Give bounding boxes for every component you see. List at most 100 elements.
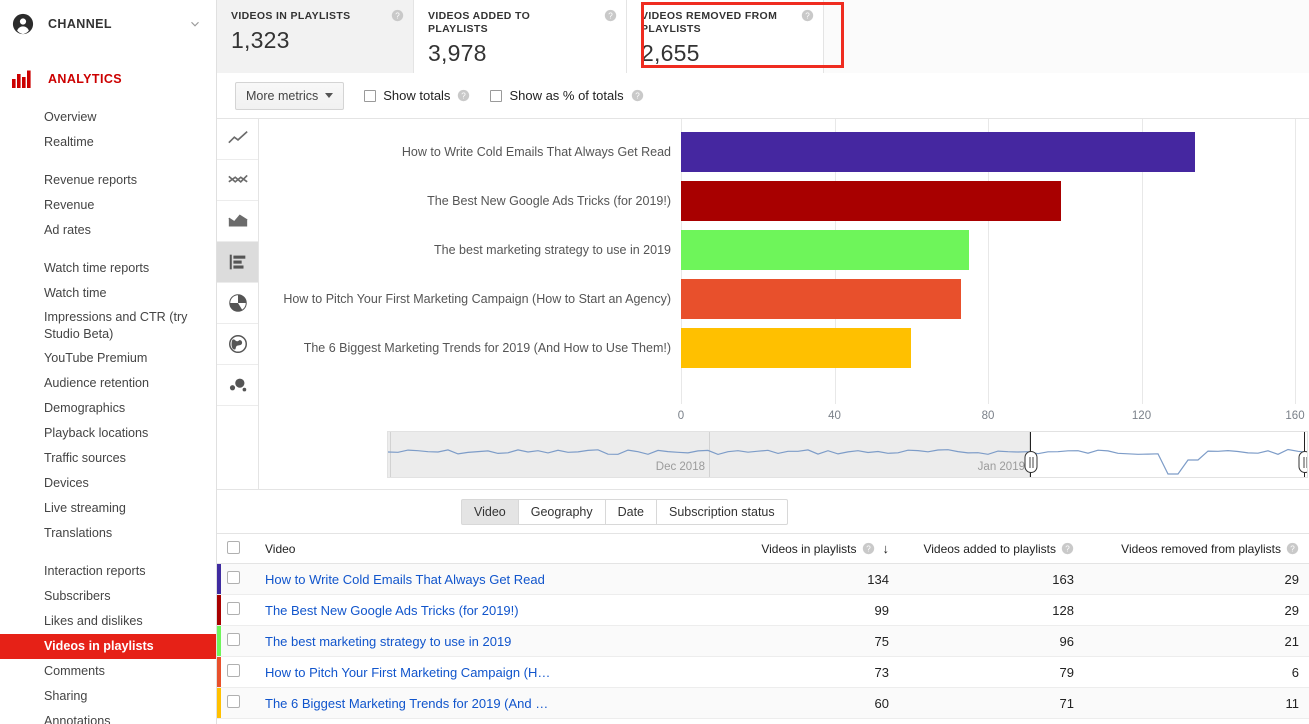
video-title-link[interactable]: How to Pitch Your First Marketing Campai… xyxy=(265,665,550,680)
sidebar-item-ad-rates[interactable]: Ad rates xyxy=(0,218,216,243)
sidebar-analytics-header[interactable]: ANALYTICS xyxy=(0,61,216,97)
sidebar-item-comments[interactable]: Comments xyxy=(0,659,216,684)
chart-type-pie-chart-icon[interactable] xyxy=(217,283,258,324)
checkbox-box[interactable] xyxy=(490,89,503,102)
sidebar-item-youtube-premium[interactable]: YouTube Premium xyxy=(0,346,216,371)
row-select-cell[interactable] xyxy=(217,594,255,626)
sidebar-item-likes-and-dislikes[interactable]: Likes and dislikes xyxy=(0,609,216,634)
column-header-video[interactable]: Video xyxy=(255,533,749,564)
column-header-videos-in-playlists[interactable]: Videos in playlists ? ↓ xyxy=(749,533,899,564)
table-row[interactable]: How to Write Cold Emails That Always Get… xyxy=(217,563,1309,595)
chevron-down-icon[interactable] xyxy=(188,17,202,31)
video-title-link[interactable]: The 6 Biggest Marketing Trends for 2019 … xyxy=(265,696,548,711)
chart-type-area-chart-icon[interactable] xyxy=(217,201,258,242)
show-totals-checkbox[interactable]: Show totals ? xyxy=(364,88,470,103)
scrubber-sparkline xyxy=(388,448,1307,475)
sidebar-channel-row[interactable]: CHANNEL xyxy=(0,0,216,47)
sidebar-item-videos-in-playlists[interactable]: Videos in playlists xyxy=(0,634,216,659)
video-title-link[interactable]: The best marketing strategy to use in 20… xyxy=(265,634,511,649)
sidebar-item-translations[interactable]: Translations xyxy=(0,521,216,546)
show-percent-of-totals-checkbox[interactable]: Show as % of totals ? xyxy=(490,88,643,103)
checkbox-box[interactable] xyxy=(364,89,377,102)
tab-date[interactable]: Date xyxy=(605,498,658,525)
help-icon[interactable]: ? xyxy=(1286,542,1299,555)
row-select-cell[interactable] xyxy=(217,625,255,657)
bar[interactable] xyxy=(681,131,1196,172)
videos-removed-cell: 29 xyxy=(1084,563,1309,595)
row-checkbox[interactable] xyxy=(227,695,240,708)
more-metrics-button[interactable]: More metrics xyxy=(235,81,345,110)
sidebar-item-audience-retention[interactable]: Audience retention xyxy=(0,371,216,396)
select-all-checkbox[interactable] xyxy=(227,540,240,554)
x-axis-tick-label: 80 xyxy=(981,410,995,422)
bar[interactable] xyxy=(681,327,912,368)
row-checkbox[interactable] xyxy=(227,633,240,646)
row-select-cell[interactable] xyxy=(217,563,255,595)
bar[interactable] xyxy=(681,278,962,319)
row-select-cell[interactable] xyxy=(217,687,255,719)
tab-geography[interactable]: Geography xyxy=(518,498,606,525)
scrubber-grip-icon xyxy=(1024,451,1037,473)
sidebar-item-interaction-reports[interactable]: Interaction reports xyxy=(0,559,216,584)
table-row[interactable]: The 6 Biggest Marketing Trends for 2019 … xyxy=(217,687,1309,719)
select-all-header[interactable] xyxy=(217,533,255,564)
video-title-cell: How to Pitch Your First Marketing Campai… xyxy=(255,656,749,688)
column-header-videos-removed-from-playlists[interactable]: Videos removed from playlists ? xyxy=(1084,533,1309,564)
sidebar-item-watch-time[interactable]: Watch time xyxy=(0,281,216,306)
metric-card-videos-removed-from-playlists[interactable]: VIDEOS REMOVED FROM PLAYLISTS 2,655 ? xyxy=(627,0,824,73)
video-title-link[interactable]: The Best New Google Ads Tricks (for 2019… xyxy=(265,603,519,618)
sidebar-item-live-streaming[interactable]: Live streaming xyxy=(0,496,216,521)
chart-type-multi-line-chart-icon[interactable] xyxy=(217,160,258,201)
row-checkbox[interactable] xyxy=(227,571,240,584)
chart-type-line-chart-icon[interactable] xyxy=(217,119,258,160)
row-checkbox[interactable] xyxy=(227,602,240,615)
video-title-link[interactable]: How to Write Cold Emails That Always Get… xyxy=(265,572,545,587)
sidebar-item-subscribers[interactable]: Subscribers xyxy=(0,584,216,609)
bar-chart-row: The best marketing strategy to use in 20… xyxy=(259,225,1309,274)
sidebar-item-traffic-sources[interactable]: Traffic sources xyxy=(0,446,216,471)
sidebar-item-sharing[interactable]: Sharing xyxy=(0,684,216,709)
metric-card-empty[interactable] xyxy=(824,0,1309,73)
help-icon[interactable]: ? xyxy=(862,542,875,555)
sidebar-item-impressions-and-ctr-try-studio-beta[interactable]: Impressions and CTR (try Studio Beta) xyxy=(0,306,216,346)
sidebar-item-devices[interactable]: Devices xyxy=(0,471,216,496)
help-icon[interactable]: ? xyxy=(457,89,470,102)
table-row[interactable]: The best marketing strategy to use in 20… xyxy=(217,625,1309,657)
scrubber-handle-right[interactable] xyxy=(1298,432,1307,477)
help-icon[interactable]: ? xyxy=(1061,542,1074,555)
table-row[interactable]: How to Pitch Your First Marketing Campai… xyxy=(217,656,1309,688)
videos-in-playlists-cell: 60 xyxy=(749,687,899,719)
metric-card-videos-added-to-playlists[interactable]: VIDEOS ADDED TO PLAYLISTS 3,978 ? xyxy=(414,0,627,73)
bar-label: How to Write Cold Emails That Always Get… xyxy=(401,144,671,159)
table-row[interactable]: The Best New Google Ads Tricks (for 2019… xyxy=(217,594,1309,626)
sidebar-item-annotations[interactable]: Annotations xyxy=(0,709,216,724)
help-icon[interactable]: ? xyxy=(391,9,404,22)
sidebar-item-revenue[interactable]: Revenue xyxy=(0,193,216,218)
chart-type-bubble-chart-icon[interactable] xyxy=(217,365,258,406)
tab-video[interactable]: Video xyxy=(461,498,519,525)
sidebar-item-watch-time-reports[interactable]: Watch time reports xyxy=(0,256,216,281)
row-checkbox[interactable] xyxy=(227,664,240,677)
bar[interactable] xyxy=(681,180,1061,221)
help-icon[interactable]: ? xyxy=(604,9,617,22)
scrubber-handle-left[interactable] xyxy=(1024,432,1037,477)
column-header-videos-added-to-playlists[interactable]: Videos added to playlists ? xyxy=(899,533,1084,564)
videos-added-cell: 96 xyxy=(899,625,1084,657)
sidebar-item-realtime[interactable]: Realtime xyxy=(0,130,216,155)
tab-subscription-status[interactable]: Subscription status xyxy=(657,498,788,525)
row-select-cell[interactable] xyxy=(217,656,255,688)
sidebar-item-overview[interactable]: Overview xyxy=(0,105,216,130)
chart-type-bar-chart-icon[interactable] xyxy=(217,242,258,283)
bar[interactable] xyxy=(681,229,969,270)
date-range-scrubber[interactable]: Dec 2018 Jan 2019 xyxy=(387,431,1308,478)
sidebar-nav-group: Interaction reports Subscribers Likes and … xyxy=(0,559,216,724)
sort-descending-icon[interactable]: ↓ xyxy=(883,541,890,556)
sidebar-item-demographics[interactable]: Demographics xyxy=(0,396,216,421)
sidebar-item-playback-locations[interactable]: Playback locations xyxy=(0,421,216,446)
chart-type-geo-map-icon[interactable] xyxy=(217,324,258,365)
help-icon[interactable]: ? xyxy=(631,89,644,102)
help-icon[interactable]: ? xyxy=(801,9,814,22)
metric-card-videos-in-playlists[interactable]: VIDEOS IN PLAYLISTS 1,323 ? xyxy=(217,0,414,73)
sidebar-item-revenue-reports[interactable]: Revenue reports xyxy=(0,168,216,193)
dimension-tabs-row: Video Geography Date Subscription status xyxy=(217,490,1309,533)
